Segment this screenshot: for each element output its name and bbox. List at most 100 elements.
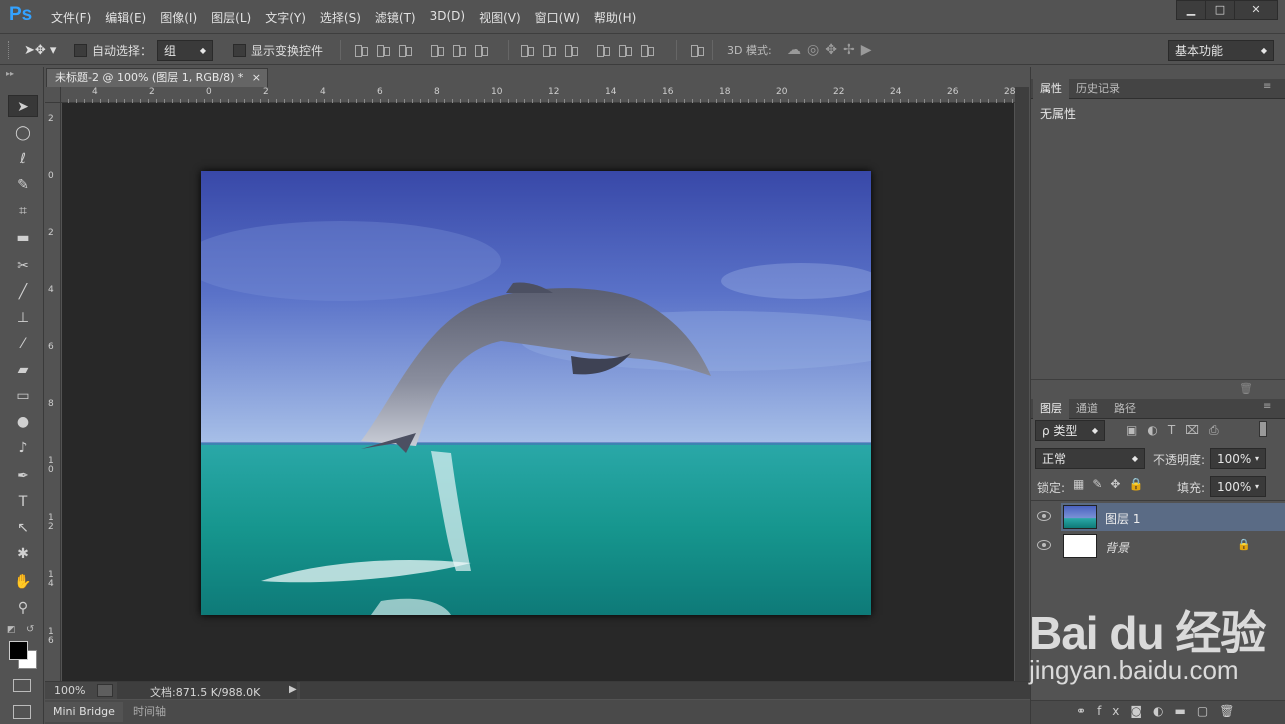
tab-timeline[interactable]: 时间轴 xyxy=(125,702,174,722)
lock-transparent-icon[interactable]: ▦ xyxy=(1073,477,1092,491)
lock-paint-icon[interactable]: ✎ xyxy=(1092,477,1110,491)
distribute-top-icon[interactable] xyxy=(518,43,536,57)
blur-icon[interactable]: ● xyxy=(8,411,38,433)
menu-type[interactable]: 文字(Y) xyxy=(258,9,313,26)
align-vcenter-icon[interactable] xyxy=(374,43,392,57)
3d-roll-icon[interactable]: ◎ xyxy=(807,42,825,58)
path-select-icon[interactable]: ↖ xyxy=(8,517,38,539)
tab-layers[interactable]: 图层 xyxy=(1033,399,1069,419)
align-bottom-icon[interactable] xyxy=(396,43,414,57)
brush-icon[interactable]: ╱ xyxy=(8,281,38,303)
tab-mini-bridge[interactable]: Mini Bridge xyxy=(45,702,123,722)
lock-position-icon[interactable]: ✥ xyxy=(1110,477,1128,491)
visibility-eye-icon[interactable] xyxy=(1037,540,1051,550)
blend-mode-dropdown[interactable]: 正常 ◆ xyxy=(1035,448,1145,469)
tab-history[interactable]: 历史记录 xyxy=(1069,79,1127,99)
menu-filter[interactable]: 滤镜(T) xyxy=(368,9,423,26)
new-layer-icon[interactable]: ▢ xyxy=(1197,704,1219,718)
show-transform-checkbox[interactable]: 显示变换控件 xyxy=(233,35,323,65)
crop-icon[interactable]: ⌗ xyxy=(8,200,38,222)
fx-icon[interactable]: fx xyxy=(1097,704,1130,718)
3d-orbit-icon[interactable]: ☁ xyxy=(787,42,807,58)
filter-adjust-icon[interactable]: ◐ xyxy=(1147,423,1167,437)
menu-file[interactable]: 文件(F) xyxy=(44,9,98,26)
close-button[interactable]: ✕ xyxy=(1234,0,1278,20)
group-icon[interactable]: ▬ xyxy=(1175,704,1197,718)
layer-row-background[interactable]: 背景 🔒 xyxy=(1037,532,1285,560)
distribute-left-icon[interactable] xyxy=(594,43,612,57)
eraser-icon[interactable]: ▰ xyxy=(8,359,38,381)
layer-row-1[interactable]: 图层 1 xyxy=(1037,503,1285,531)
foreground-color-swatch[interactable] xyxy=(9,641,28,660)
filter-toggle[interactable] xyxy=(1259,421,1267,437)
align-top-icon[interactable] xyxy=(352,43,370,57)
menu-edit[interactable]: 编辑(E) xyxy=(98,9,153,26)
menu-image[interactable]: 图像(I) xyxy=(153,9,204,26)
auto-select-dropdown[interactable]: 组 ◆ xyxy=(157,39,213,61)
tab-paths[interactable]: 路径 xyxy=(1107,399,1143,419)
type-tool-icon[interactable]: T xyxy=(8,491,38,513)
menu-3d[interactable]: 3D(D) xyxy=(423,9,472,26)
document-tab[interactable]: 未标题-2 @ 100% (图层 1, RGB/8) * × xyxy=(46,68,268,87)
tab-close-icon[interactable]: × xyxy=(252,69,261,86)
minimize-button[interactable]: ▁ xyxy=(1176,0,1206,20)
checkbox-icon[interactable] xyxy=(74,43,87,57)
menu-window[interactable]: 窗口(W) xyxy=(528,9,587,26)
align-left-icon[interactable] xyxy=(428,43,446,57)
link-icon[interactable]: ⚭ xyxy=(1076,704,1097,718)
lasso-icon[interactable]: ℓ xyxy=(8,148,38,170)
3d-slide-icon[interactable]: ✢ xyxy=(843,42,861,58)
gradient-icon[interactable]: ▭ xyxy=(8,385,38,407)
3d-camera-icon[interactable]: ▶ xyxy=(861,42,878,58)
filter-pixel-icon[interactable]: ▣ xyxy=(1126,423,1147,437)
dolphin-photo[interactable] xyxy=(201,171,871,615)
history-brush-icon[interactable]: ⁄ xyxy=(8,333,38,355)
panel-menu-icon[interactable]: ≡ xyxy=(1263,401,1271,412)
layer-filter-dropdown[interactable]: ρ 类型 ◆ xyxy=(1035,420,1105,441)
status-menu-icon[interactable] xyxy=(97,684,113,697)
lock-all-icon[interactable]: 🔒 xyxy=(1128,477,1151,491)
menu-layer[interactable]: 图层(L) xyxy=(204,9,258,26)
maximize-button[interactable]: □ xyxy=(1205,0,1235,20)
panel-menu-icon[interactable]: ≡ xyxy=(1263,81,1271,92)
menu-help[interactable]: 帮助(H) xyxy=(587,9,643,26)
adjustment-icon[interactable]: ◐ xyxy=(1153,704,1174,718)
align-right-icon[interactable] xyxy=(472,43,490,57)
distribute-hcenter-icon[interactable] xyxy=(616,43,634,57)
layer-name[interactable]: 图层 1 xyxy=(1105,510,1140,527)
filter-shape-icon[interactable]: ⌧ xyxy=(1185,423,1209,437)
menu-select[interactable]: 选择(S) xyxy=(313,9,368,26)
move-tool-preset-icon[interactable]: ➤✥ ▾ xyxy=(24,35,56,65)
ruler-icon[interactable]: ▬ xyxy=(8,227,38,249)
3d-pan-icon[interactable]: ✥ xyxy=(825,42,843,58)
trash-icon[interactable]: 🗑 xyxy=(1239,382,1253,395)
trash-icon[interactable]: 🗑 xyxy=(1219,704,1245,718)
move-tool-icon[interactable]: ➤ xyxy=(8,95,38,117)
horizontal-scrollbar[interactable] xyxy=(300,682,1030,699)
menu-view[interactable]: 视图(V) xyxy=(472,9,528,26)
workspace-dropdown[interactable]: 基本功能 ◆ xyxy=(1168,39,1274,61)
filter-type-icon[interactable]: T xyxy=(1168,423,1185,437)
quick-select-icon[interactable]: ✎ xyxy=(8,174,38,196)
ruler-origin[interactable] xyxy=(45,87,61,103)
layer-name[interactable]: 背景 xyxy=(1105,539,1129,556)
zoom-level[interactable]: 100% xyxy=(54,684,85,697)
tab-channels[interactable]: 通道 xyxy=(1069,399,1105,419)
distribute-vcenter-icon[interactable] xyxy=(540,43,558,57)
filter-smart-icon[interactable]: ⎙ xyxy=(1209,423,1229,437)
mask-icon[interactable]: ◙ xyxy=(1130,704,1153,718)
custom-shape-icon[interactable]: ✱ xyxy=(8,543,38,565)
chevron-down-icon[interactable]: ▾ xyxy=(1255,482,1259,491)
status-arrow-icon[interactable]: ▶ xyxy=(289,684,297,695)
auto-align-icon[interactable] xyxy=(688,43,706,57)
elliptical-marquee-icon[interactable]: ◯ xyxy=(8,122,38,144)
quick-mask-icon[interactable] xyxy=(13,679,31,692)
screen-mode-icon[interactable] xyxy=(13,705,31,719)
distribute-bottom-icon[interactable] xyxy=(562,43,580,57)
align-hcenter-icon[interactable] xyxy=(450,43,468,57)
zoom-icon[interactable]: ⚲ xyxy=(8,597,38,619)
visibility-eye-icon[interactable] xyxy=(1037,511,1051,521)
clone-stamp-icon[interactable]: ⊥ xyxy=(8,307,38,329)
checkbox-icon[interactable] xyxy=(233,43,246,57)
pen-icon[interactable]: ✒ xyxy=(8,465,38,487)
